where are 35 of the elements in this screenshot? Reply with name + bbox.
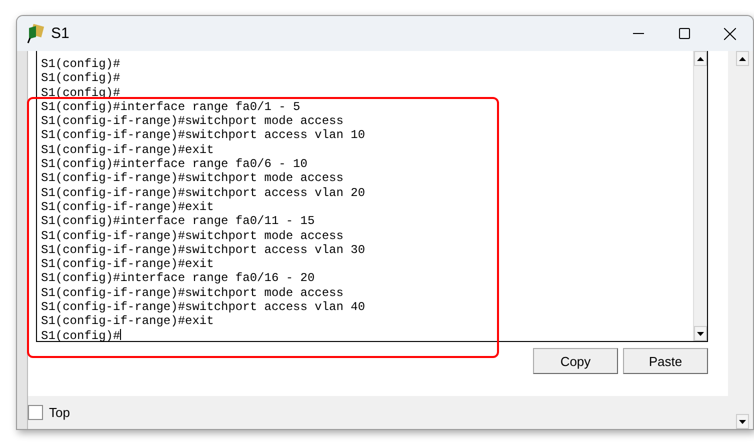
terminal-line: S1(config-if-range)#switchport mode access (41, 171, 344, 186)
terminal-line: S1(config-if-range)#switchport mode access (41, 228, 344, 243)
scroll-down-icon[interactable] (697, 332, 704, 336)
terminal-line: S1(config)# (41, 86, 120, 100)
terminal-line: S1(config-if-range)#exit (41, 257, 214, 272)
close-icon (724, 28, 736, 40)
terminal-line: S1(config)#interface range fa0/6 - 10 (41, 157, 308, 172)
terminal-line: S1(config-if-range)#switchport access vlan 10 (41, 128, 366, 143)
terminal-line: S1(config-if-range)#exit (41, 314, 214, 329)
window-title: S1 (51, 25, 70, 42)
terminal-line: S1(config-if-range)#switchport access vlan 30 (41, 242, 366, 258)
terminal-line: S1(config-if-range)#switchport access vlan 20 (41, 186, 366, 200)
terminal-line: S1(config)# (41, 57, 120, 72)
top-checkbox[interactable] (28, 405, 43, 420)
terminal-line: S1(config)#interface range fa0/11 - 15 (41, 214, 315, 229)
checkbox-label: Top (49, 405, 70, 420)
terminal-line: S1(config)#interface range fa0/1 - 5 (41, 100, 300, 114)
scroll-up-icon[interactable] (739, 56, 746, 60)
switch-icon (27, 24, 45, 44)
scroll-up-icon[interactable] (697, 56, 704, 60)
paste-button[interactable]: Paste (623, 348, 708, 374)
terminal-line: S1(config)# (41, 71, 120, 86)
terminal-line: S1(config-if-range)#exit (41, 200, 214, 214)
copy-button[interactable]: Copy (533, 348, 618, 374)
terminal-scrollbar[interactable] (693, 51, 707, 341)
terminal-output[interactable] (36, 51, 708, 342)
minimize-icon (632, 32, 644, 34)
terminal-line: S1(config)#interface range fa0/16 - 20 (41, 271, 315, 286)
terminal-line: S1(config-if-range)#switchport access vlan 40 (41, 300, 366, 314)
terminal-line: S1(config)# (41, 328, 122, 341)
maximize-icon (678, 28, 690, 39)
terminal-line: S1(config-if-range)#switchport mode access (41, 114, 344, 128)
terminal-line: S1(config-if-range)#exit (41, 142, 214, 158)
terminal-line: S1(config-if-range)#switchport mode access (41, 286, 344, 300)
scroll-down-icon[interactable] (739, 420, 746, 424)
